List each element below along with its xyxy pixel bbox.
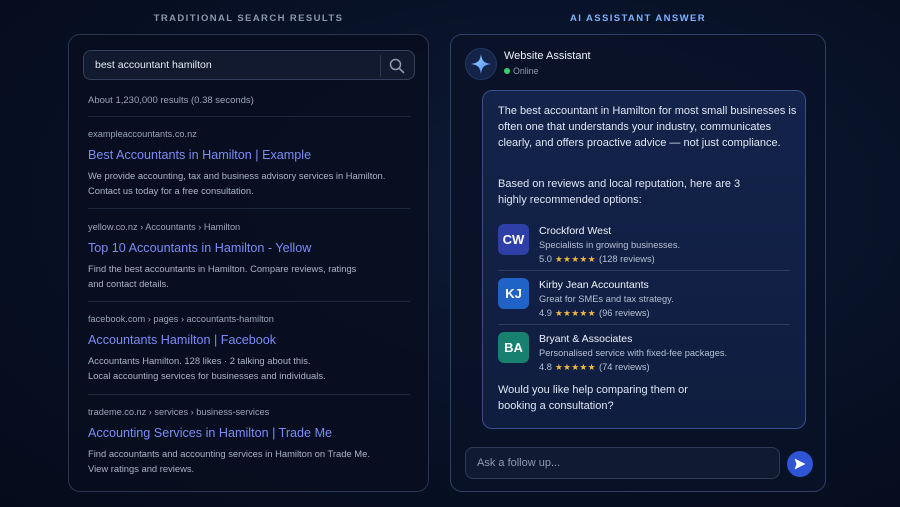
send-button[interactable] — [787, 451, 813, 477]
search-results-panel: best accountant hamilton About 1,230,000… — [68, 34, 429, 492]
result-description: We provide accounting, tax and business … — [88, 168, 410, 198]
assistant-answer-heading: AI ASSISTANT ANSWER — [569, 13, 707, 24]
result-title-link[interactable]: Top 10 Accountants in Hamilton - Yellow — [88, 241, 410, 255]
assistant-lead-text: Based on reviews and local reputation, h… — [498, 178, 741, 206]
result-title-link[interactable]: Best Accountants in Hamilton | Example — [88, 148, 410, 162]
assistant-closing-text: Would you like help comparing them or bo… — [498, 384, 688, 412]
rating-value: 4.8 — [539, 362, 552, 372]
star-rating-icon: ★★★★★ — [554, 308, 596, 318]
assistant-name: Website Assistant — [504, 50, 591, 62]
option-divider — [498, 270, 790, 271]
search-icon[interactable] — [388, 57, 406, 75]
recommendation-card[interactable]: CW Crockford West Specialists in growing… — [498, 224, 790, 270]
result-description-line: View ratings and reviews. — [88, 463, 195, 474]
option-divider — [498, 324, 790, 325]
result-url[interactable]: facebook.com › pages › accountants-hamil… — [88, 314, 410, 324]
search-result: trademe.co.nz › services › business-serv… — [88, 407, 410, 476]
firm-rating: 5.0 ★★★★★ (128 reviews) — [539, 254, 655, 265]
result-description: Find the best accountants in Hamilton. C… — [88, 261, 410, 291]
result-description-line: Contact us today for a free consultation… — [88, 185, 254, 196]
firm-initials-badge: CW — [498, 224, 529, 255]
review-count: (74 reviews) — [598, 362, 650, 372]
result-divider — [88, 116, 410, 117]
result-divider — [88, 208, 410, 209]
result-description-line: Local accounting services for businesses… — [88, 370, 326, 381]
assistant-intro-text: The best accountant in Hamilton for most… — [498, 105, 797, 149]
online-status-text: Online — [513, 66, 539, 76]
search-result: exampleaccountants.co.nz Best Accountant… — [88, 129, 410, 198]
result-url[interactable]: trademe.co.nz › services › business-serv… — [88, 407, 410, 417]
assistant-message-bubble: The best accountant in Hamilton for most… — [482, 90, 806, 429]
send-icon[interactable] — [793, 457, 807, 471]
followup-input[interactable]: Ask a follow up... — [465, 447, 780, 479]
result-divider — [88, 301, 410, 302]
result-description-line: We provide accounting, tax and business … — [88, 170, 386, 181]
firm-rating: 4.9 ★★★★★ (96 reviews) — [539, 308, 650, 319]
result-url[interactable]: yellow.co.nz › Accountants › Hamilton — [88, 222, 410, 232]
result-description: Find accountants and accounting services… — [88, 446, 410, 476]
result-title-link[interactable]: Accounting Services in Hamilton | Trade … — [88, 426, 410, 440]
result-divider — [88, 394, 410, 395]
search-result: yellow.co.nz › Accountants › Hamilton To… — [88, 222, 410, 291]
firm-initials-badge: BA — [498, 332, 529, 363]
firm-name[interactable]: Kirby Jean Accountants — [539, 279, 649, 291]
search-input[interactable]: best accountant hamilton — [83, 50, 415, 80]
firm-name[interactable]: Crockford West — [539, 225, 611, 237]
recommendation-card[interactable]: KJ Kirby Jean Accountants Great for SMEs… — [498, 278, 790, 324]
firm-rating: 4.8 ★★★★★ (74 reviews) — [539, 362, 650, 373]
search-divider — [380, 55, 381, 77]
result-description: Accountants Hamilton. 128 likes · 2 talk… — [88, 353, 410, 383]
traditional-results-heading: TRADITIONAL SEARCH RESULTS — [153, 13, 344, 24]
firm-initials-badge: KJ — [498, 278, 529, 309]
rating-value: 5.0 — [539, 254, 552, 264]
result-description-line: and contact details. — [88, 278, 169, 289]
recommendation-card[interactable]: BA Bryant & Associates Personalised serv… — [498, 332, 790, 378]
sparkle-icon — [471, 54, 491, 74]
search-result: facebook.com › pages › accountants-hamil… — [88, 314, 410, 383]
firm-description: Personalised service with fixed-fee pack… — [539, 348, 728, 358]
result-description-line: Find the best accountants in Hamilton. C… — [88, 263, 357, 274]
result-title-link[interactable]: Accountants Hamilton | Facebook — [88, 333, 410, 347]
online-status-dot — [504, 68, 510, 74]
result-url[interactable]: exampleaccountants.co.nz — [88, 129, 410, 139]
star-rating-icon: ★★★★★ — [554, 254, 596, 264]
followup-placeholder[interactable]: Ask a follow up... — [477, 457, 560, 469]
result-count: About 1,230,000 results (0.38 seconds) — [88, 95, 254, 106]
search-query-text[interactable]: best accountant hamilton — [95, 59, 212, 71]
firm-description: Great for SMEs and tax strategy. — [539, 294, 674, 304]
result-description-line: Accountants Hamilton. 128 likes · 2 talk… — [88, 355, 311, 366]
firm-name[interactable]: Bryant & Associates — [539, 333, 632, 345]
review-count: (96 reviews) — [598, 308, 650, 318]
review-count: (128 reviews) — [598, 254, 655, 264]
firm-description: Specialists in growing businesses. — [539, 240, 681, 250]
star-rating-icon: ★★★★★ — [554, 362, 596, 372]
result-description-line: Find accountants and accounting services… — [88, 448, 370, 459]
assistant-avatar — [465, 48, 497, 80]
assistant-panel: Website Assistant Online The best accoun… — [450, 34, 826, 492]
rating-value: 4.9 — [539, 308, 552, 318]
